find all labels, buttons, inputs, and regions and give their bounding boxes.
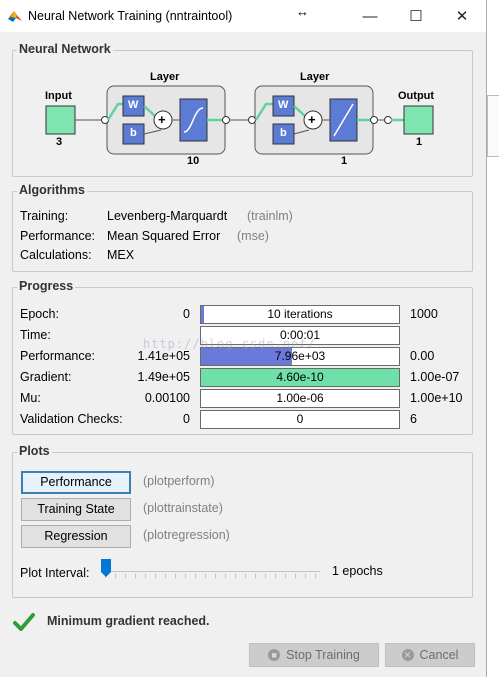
- layer1-size: 10: [187, 155, 200, 167]
- slider-tick: [245, 574, 246, 578]
- progress-end: 1000: [410, 307, 438, 321]
- slider-tick: [185, 574, 186, 578]
- progress-current: 1.00e-06: [276, 391, 324, 405]
- progress-start: 0.00100: [144, 391, 190, 405]
- progress-label: Time:: [20, 328, 51, 342]
- progress-label: Gradient:: [20, 370, 72, 384]
- background-window-edge: [487, 0, 499, 677]
- slider-tick: [305, 574, 306, 578]
- progress-end: 0.00: [410, 349, 435, 363]
- slider-tick: [115, 574, 116, 578]
- plot-interval-label: Plot Interval:: [20, 566, 90, 580]
- status-message: Minimum gradient reached.: [47, 614, 210, 628]
- slider-tick: [225, 574, 226, 578]
- output-size: 1: [416, 136, 423, 148]
- progress-start: 1.49e+05: [137, 370, 190, 384]
- plot-training-state-button[interactable]: Training State: [21, 498, 131, 521]
- slider-tick: [155, 574, 156, 578]
- plot-regression-button[interactable]: Regression: [21, 525, 131, 548]
- progress-current: 10 iterations: [267, 307, 333, 321]
- layer1-w-glyph: W: [128, 99, 139, 111]
- progress-label: Validation Checks:: [20, 412, 123, 426]
- layer1-b-glyph: b: [130, 127, 137, 139]
- algo-performance-label: Performance:: [20, 229, 96, 243]
- progress-bar: 0: [200, 410, 400, 429]
- cancel-icon: ✕: [401, 649, 414, 661]
- layer2-label: Layer: [300, 71, 330, 83]
- stop-training-button[interactable]: ■ Stop Training: [249, 643, 379, 667]
- input-label: Input: [45, 90, 72, 102]
- progress-current: 7.96e+03: [274, 349, 326, 363]
- output-label: Output: [398, 90, 435, 102]
- progress-end: 1.00e+10: [410, 391, 463, 405]
- stop-icon: ■: [268, 649, 281, 661]
- progress-bar: 4.60e-10: [200, 368, 400, 387]
- algo-calculations-value: MEX: [107, 248, 135, 262]
- slider-tick: [195, 574, 196, 578]
- algo-calculations-label: Calculations:: [20, 248, 92, 262]
- slider-tick: [285, 574, 286, 578]
- layer1-plus-glyph: +: [158, 112, 166, 127]
- progress-heading: Progress: [17, 279, 76, 293]
- plot-interval-slider-thumb[interactable]: [101, 559, 111, 578]
- algo-training-fn: (trainlm): [247, 209, 293, 223]
- slider-tick: [165, 574, 166, 578]
- algorithms-heading: Algorithms: [17, 183, 87, 197]
- checkmark-icon: [13, 613, 35, 631]
- layer1-label: Layer: [150, 71, 180, 83]
- progress-bar: 10 iterations: [200, 305, 400, 324]
- progress-start: 0: [183, 307, 190, 321]
- watermark: http://blog.csdn.net/: [143, 337, 316, 351]
- plot-training-state-fn: (plottrainstate): [143, 501, 223, 515]
- nntraintool-window: Neural Network Training (nntraintool) ↔ …: [0, 0, 487, 677]
- slider-tick: [265, 574, 266, 578]
- output-block: [403, 105, 434, 135]
- input-size: 3: [56, 136, 63, 148]
- slider-tick: [145, 574, 146, 578]
- progress-end: 6: [410, 412, 417, 426]
- slider-tick: [255, 574, 256, 578]
- slider-tick: [275, 574, 276, 578]
- progress-start: 0: [183, 412, 190, 426]
- slider-tick: [135, 574, 136, 578]
- progress-end: 1.00e-07: [410, 370, 460, 384]
- stop-training-label: Stop Training: [286, 648, 360, 662]
- slider-tick: [235, 574, 236, 578]
- layer2-w-glyph: W: [278, 99, 289, 111]
- input-block: [45, 105, 76, 135]
- algo-performance-value: Mean Squared Error: [107, 229, 221, 243]
- progress-label: Epoch:: [20, 307, 59, 321]
- slider-tick: [205, 574, 206, 578]
- layer2-size: 1: [341, 155, 348, 167]
- slider-tick: [295, 574, 296, 578]
- slider-tick: [315, 574, 316, 578]
- plot-performance-button[interactable]: Performance: [21, 471, 131, 494]
- algo-performance-fn: (mse): [237, 229, 269, 243]
- algo-training-value: Levenberg-Marquardt: [107, 209, 228, 223]
- plot-performance-fn: (plotperform): [143, 474, 215, 488]
- progress-current: 4.60e-10: [276, 370, 324, 384]
- progress-fill: [201, 306, 204, 323]
- algo-training-label: Training:: [20, 209, 69, 223]
- progress-bar: 1.00e-06: [200, 389, 400, 408]
- plot-interval-value: 1 epochs: [332, 564, 383, 578]
- cancel-button[interactable]: ✕ Cancel: [385, 643, 475, 667]
- slider-tick: [215, 574, 216, 578]
- plot-regression-fn: (plotregression): [143, 528, 230, 542]
- layer2-b-glyph: b: [280, 127, 287, 139]
- progress-current: 0: [296, 412, 304, 426]
- cancel-label: Cancel: [419, 648, 459, 662]
- layer2-plus-glyph: +: [308, 112, 316, 127]
- progress-label: Performance:: [20, 349, 96, 363]
- slider-tick: [175, 574, 176, 578]
- progress-label: Mu:: [20, 391, 41, 405]
- slider-tick: [125, 574, 126, 578]
- plots-heading: Plots: [17, 444, 52, 458]
